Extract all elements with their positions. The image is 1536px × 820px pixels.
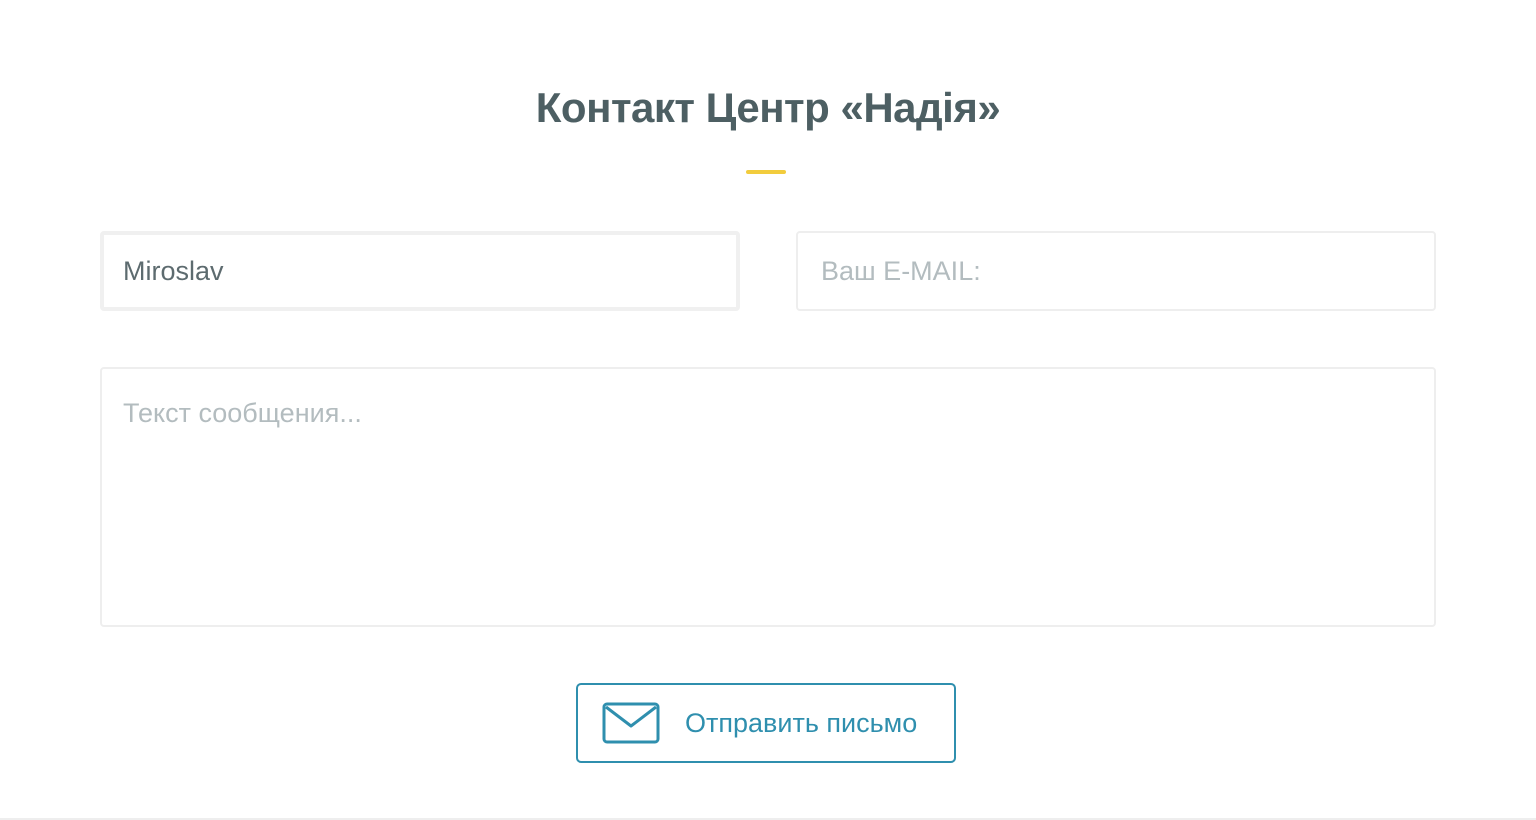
message-textarea[interactable] [100,367,1436,627]
send-letter-label: Отправить письмо [685,707,918,738]
name-input[interactable] [100,231,740,311]
contact-section: Контакт Центр «Надія» Отправить письмо [0,0,1536,820]
envelope-icon [602,702,660,744]
title-underline [746,170,786,174]
email-field[interactable] [796,231,1436,311]
page-title: Контакт Центр «Надія» [535,84,1001,131]
send-letter-button[interactable]: Отправить письмо [576,683,956,763]
